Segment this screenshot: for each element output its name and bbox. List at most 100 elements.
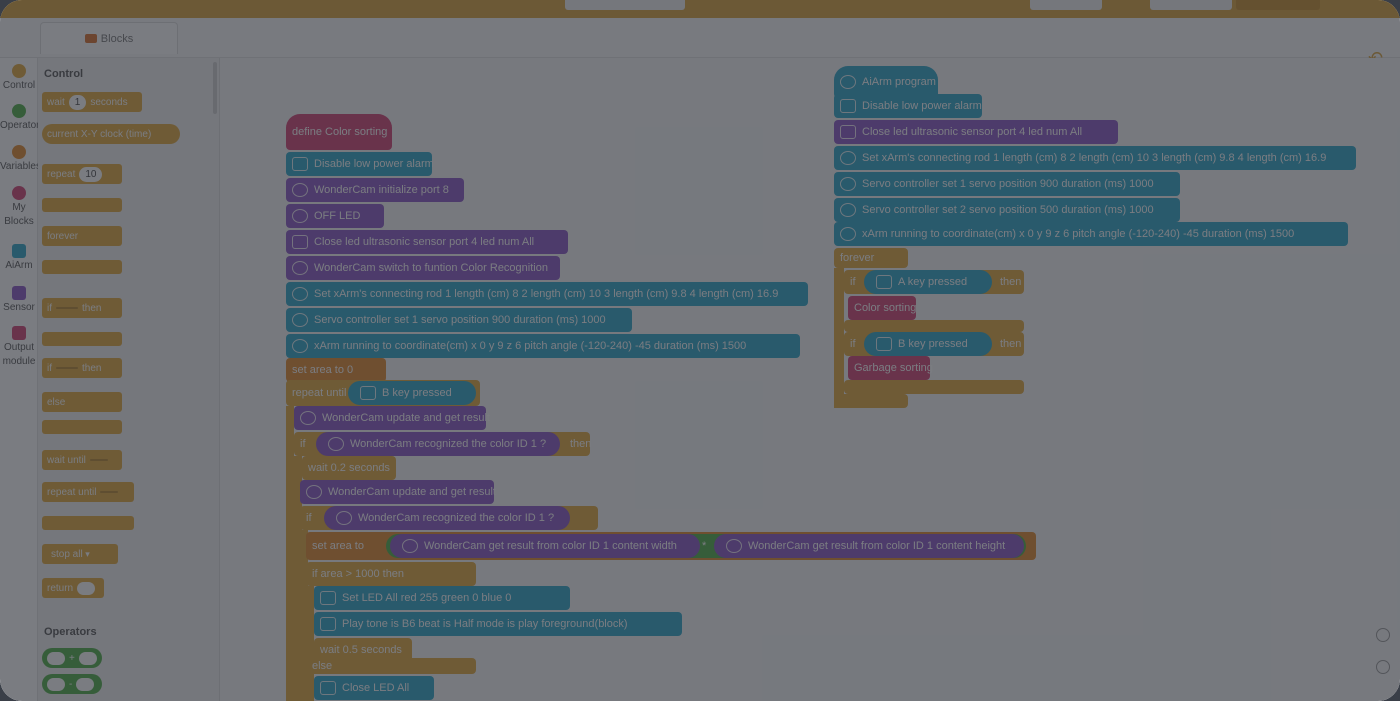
then-label: then [564, 432, 591, 456]
if-then-block[interactable]: if then [42, 298, 122, 318]
category-sensor[interactable]: Sensor [0, 286, 38, 315]
category-output-module[interactable]: Output module [0, 326, 38, 369]
stop-all-block[interactable]: stop all [42, 544, 118, 564]
b-key-pressed-condition[interactable]: B key pressed [864, 332, 992, 356]
block-label: Close LED All [342, 682, 410, 694]
xarm-run-coordinate-block[interactable]: xArm running to coordinate(cm) x 0 y 9 z… [286, 334, 800, 358]
if-block-end [42, 332, 122, 346]
wondercam-init-block[interactable]: WonderCam initialize port 8 [286, 178, 464, 202]
if-area-block[interactable]: if area > 1000 then [306, 562, 476, 586]
code-workspace[interactable]: define Color sorting Disable low power a… [220, 58, 1400, 701]
width-reporter[interactable]: WonderCam get result from color ID 1 con… [390, 534, 700, 558]
set-variable-block[interactable]: set area to 0 [286, 358, 386, 382]
condition-slot[interactable] [56, 367, 78, 369]
controller-icon [840, 99, 856, 113]
stop-dropdown[interactable]: stop all [51, 549, 90, 560]
wait-seconds-block[interactable]: wait 0.2 seconds [302, 456, 396, 480]
key-pressed-condition[interactable]: B key pressed [348, 381, 476, 405]
color-recognized-condition[interactable]: WonderCam recognized the color ID 1 ? [316, 432, 560, 456]
block-label: Set xArm's connecting rod 1 length (cm) … [862, 152, 1327, 164]
block-label: then [1000, 338, 1022, 350]
menu-upload-button[interactable] [1236, 0, 1320, 10]
servo-controller-set-block-2[interactable]: Servo controller set 2 servo position 50… [834, 198, 1180, 222]
block-label: Set xArm's connecting rod 1 length (cm) … [314, 288, 779, 300]
category-my-blocks[interactable]: My Blocks [0, 186, 38, 229]
call-garbage-sorting-block[interactable]: Garbage sorting [848, 356, 933, 380]
xarm-run-coordinate-block-right[interactable]: xArm running to coordinate(cm) x 0 y 9 z… [834, 222, 1348, 246]
operator-subtract-block[interactable]: - [42, 674, 102, 694]
return-block[interactable]: return [42, 578, 104, 598]
robot-arm-icon [840, 75, 856, 89]
wondercam-update-block-2[interactable]: WonderCam update and get result [300, 480, 496, 504]
wait-seconds-block[interactable]: wait 1 seconds [42, 92, 142, 112]
operand-slot[interactable] [76, 677, 95, 691]
tab-blocks[interactable]: Blocks [40, 22, 178, 54]
zoom-in-icon[interactable] [1376, 628, 1390, 642]
repeat-value[interactable]: 10 [79, 166, 103, 182]
set-led-block[interactable]: Set LED All red 255 green 0 blue 0 [314, 586, 570, 610]
current-clock-block[interactable]: current X-Y clock (time) [42, 124, 180, 144]
servo-controller-set-block[interactable]: Servo controller set 1 servo position 90… [286, 308, 632, 332]
servo-controller-set-block-1[interactable]: Servo controller set 1 servo position 90… [834, 172, 1180, 196]
zoom-out-icon[interactable] [1376, 660, 1390, 674]
set-rod-length-block[interactable]: Set xArm's connecting rod 1 length (cm) … [286, 282, 808, 306]
return-slot[interactable] [77, 581, 95, 595]
category-control[interactable]: Control [0, 64, 38, 93]
forever-block[interactable]: forever [834, 248, 908, 268]
robot-arm-icon [840, 177, 856, 191]
menu-connect-button[interactable] [1030, 0, 1102, 10]
block-label: current X-Y clock (time) [47, 128, 152, 140]
disable-low-power-block-right[interactable]: Disable low power alarm [834, 94, 982, 118]
color-recognized-condition-2[interactable]: WonderCam recognized the color ID 1 ? [324, 506, 570, 530]
set-rod-length-block-right[interactable]: Set xArm's connecting rod 1 length (cm) … [834, 146, 1356, 170]
repeat-block[interactable]: repeat 10 [42, 164, 122, 184]
height-reporter[interactable]: WonderCam get result from color ID 1 con… [714, 534, 1024, 558]
wondercam-switch-function-block[interactable]: WonderCam switch to funtion Color Recogn… [286, 256, 560, 280]
wait-until-block[interactable]: wait until [42, 450, 122, 470]
wondercam-led-block[interactable]: OFF LED [286, 204, 384, 228]
wait-value[interactable]: 1 [68, 94, 87, 110]
if-else-end [42, 420, 122, 434]
category-operators[interactable]: Operators [0, 104, 44, 133]
close-ultrasonic-led-block-right[interactable]: Close led ultrasonic sensor port 4 led n… [834, 120, 1118, 144]
category-aiarm[interactable]: AiArm [0, 244, 38, 273]
condition-slot[interactable] [89, 459, 108, 461]
block-label: Disable low power alarm [862, 100, 982, 112]
robot-arm-icon [840, 151, 856, 165]
operator-add-block[interactable]: + [42, 648, 102, 668]
flyout-scrollbar[interactable] [213, 62, 217, 114]
category-variables[interactable]: Variables [0, 145, 41, 174]
repeat-until-end [42, 516, 134, 530]
menu-project-title[interactable] [565, 0, 685, 10]
ultrasonic-sensor-icon [292, 235, 308, 249]
menu-device-button[interactable] [1150, 0, 1232, 10]
wondercam-update-block[interactable]: WonderCam update and get result [294, 406, 490, 430]
block-label: set area to 0 [292, 364, 354, 376]
close-ultrasonic-led-block[interactable]: Close led ultrasonic sensor port 4 led n… [286, 230, 568, 254]
else-section: else [306, 658, 476, 674]
forever-block[interactable]: forever [42, 226, 122, 246]
play-tone-block[interactable]: Play tone is B6 beat is Half mode is pla… [314, 612, 682, 636]
block-label: then [82, 362, 102, 374]
a-key-pressed-condition[interactable]: A key pressed [864, 270, 992, 294]
block-label: WonderCam switch to funtion Color Recogn… [314, 262, 548, 274]
flyout-control-title: Control [44, 68, 84, 80]
camera-icon [336, 511, 352, 525]
block-label: WonderCam update and get result [322, 412, 490, 424]
if-else-block[interactable]: if then [42, 358, 122, 378]
repeat-until-block[interactable]: repeat until [42, 482, 134, 502]
close-led-block[interactable]: Close LED All [314, 676, 434, 700]
define-color-sorting-hat[interactable]: define Color sorting [286, 114, 392, 150]
call-color-sorting-block[interactable]: Color sorting [848, 296, 916, 320]
output-module-icon [12, 326, 26, 340]
condition-slot[interactable] [56, 307, 78, 309]
operand-slot[interactable] [47, 677, 65, 691]
operand-slot[interactable] [47, 651, 65, 665]
block-label: if [47, 362, 52, 374]
control-dot-icon [12, 64, 26, 78]
block-label: Servo controller set 2 servo position 50… [862, 204, 1154, 216]
block-label: Disable low power alarm [314, 158, 434, 170]
condition-slot[interactable] [100, 491, 119, 493]
disable-low-power-block[interactable]: Disable low power alarm [286, 152, 434, 176]
operand-slot[interactable] [78, 651, 97, 665]
